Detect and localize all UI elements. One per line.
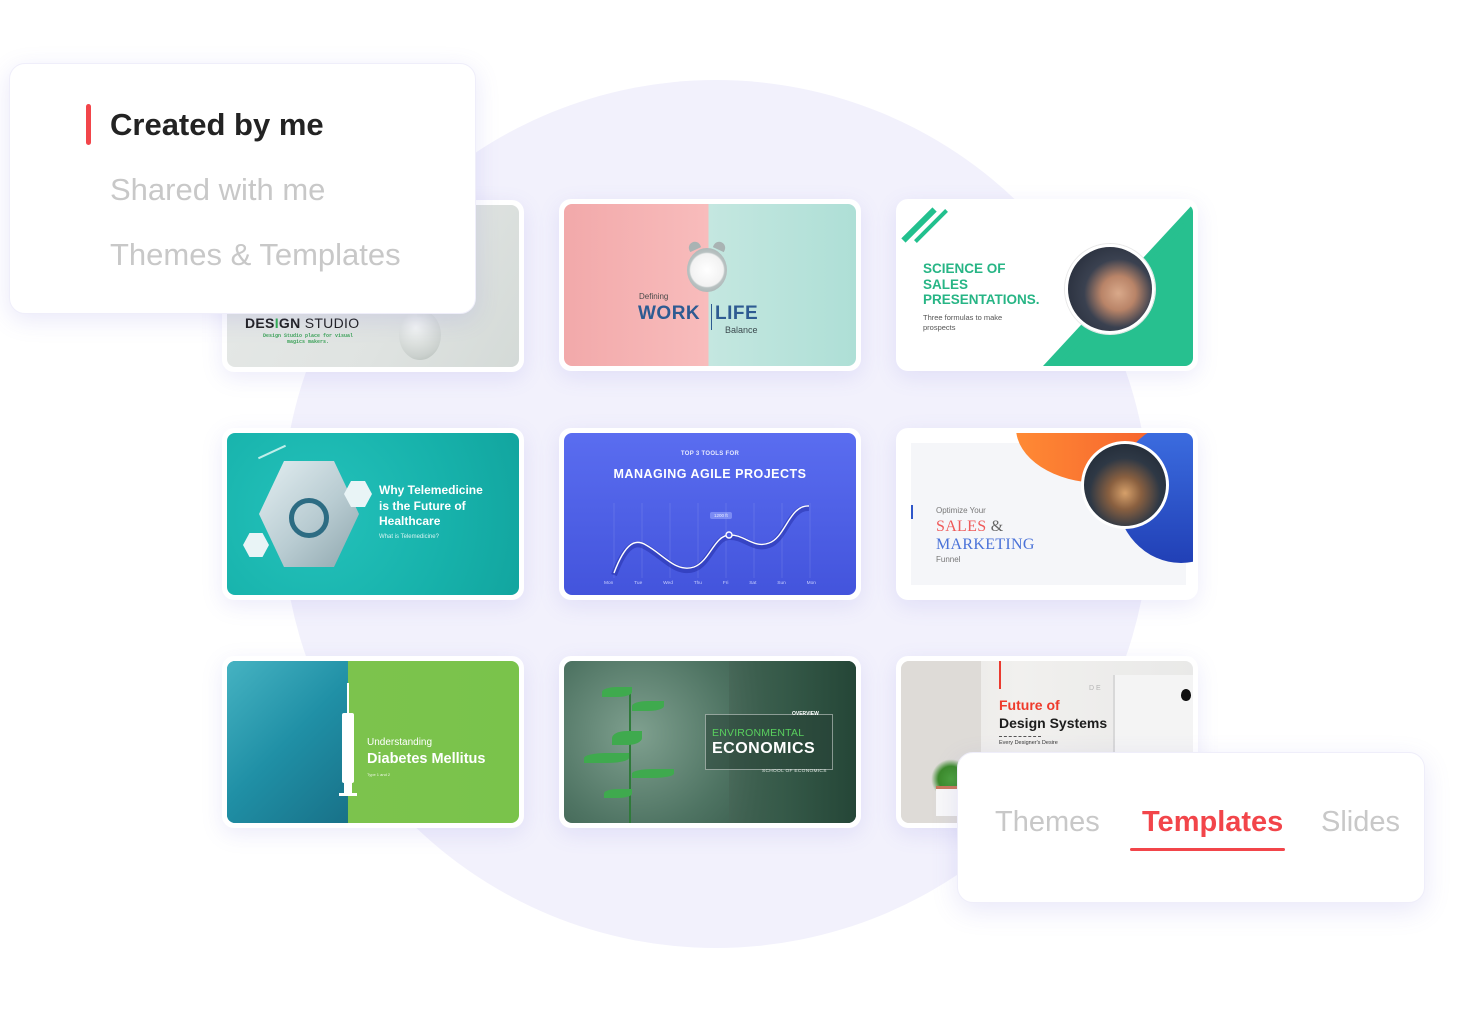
filter-themes-templates[interactable]: Themes & Templates [110,237,401,273]
slide-pretitle: Optimize Your [936,506,986,515]
x-tick: Sat [749,581,757,586]
slide-title: Diabetes Mellitus [367,751,486,767]
decor-line [257,444,287,460]
chart-x-axis: Mon Tue Wed Thu Fri Sat Sun Mon [604,581,816,586]
leaf [602,687,632,697]
tab-templates[interactable]: Templates [1142,806,1283,839]
slide-title-work: WORK [638,303,701,324]
syringe-icon [347,683,349,715]
template-card-sales-marketing[interactable]: Optimize Your SALES & MARKETING Funnel [896,428,1198,600]
hexagon-decor [243,533,269,557]
tab-themes[interactable]: Themes [995,806,1100,839]
leaf [612,731,642,745]
x-tick: Mon [604,581,614,586]
slide-subtitle: Every Designer's Desire [999,740,1058,746]
slide-pretitle: Understanding [367,737,433,748]
template-thumbnail: Defining WORK LIFE Balance [564,204,856,366]
chart-point [725,531,733,539]
template-card-science-of-sales[interactable]: SCIENCE OF SALES PRESENTATIONS. Three fo… [896,199,1198,371]
slide-subtitle: Balance [725,325,758,335]
leaf [604,789,632,798]
x-tick: Wed [663,581,673,586]
divider [711,304,712,330]
background-text: DE [1089,685,1103,692]
slide-subtitle: Funnel [936,555,961,564]
apple-logo-icon [1181,689,1191,701]
template-thumbnail: TOP 3 TOOLS FOR MANAGING AGILE PROJECTS … [564,433,856,595]
template-thumbnail: Optimize Your SALES & MARKETING Funnel [901,433,1193,595]
slide-subtitle: Type 1 and 2 [367,772,391,777]
slide-title: Why Telemedicine is the Future of Health… [379,483,483,528]
slide-title-life: LIFE [715,303,759,324]
syringe-icon [339,793,357,796]
x-tick: Mon [806,581,816,586]
plant-stem [629,691,631,823]
slide-tag: OVERVIEW [792,711,819,717]
template-thumbnail: Understanding Diabetes Mellitus Type 1 a… [227,661,519,823]
tab-slides[interactable]: Slides [1321,806,1400,839]
slide-subtitle: What is Telemedicine? [379,534,439,540]
syringe-icon [342,713,354,783]
active-indicator [86,104,91,145]
chart-tooltip: 1200 ft [710,512,732,519]
slide-title-line2: ECONOMICS [712,740,816,757]
accent-bar [911,505,913,519]
hands-plant-photo [1081,441,1169,529]
x-tick: Tue [634,581,643,586]
slide-subtitle: SCHOOL OF ECONOMICS [762,769,827,774]
template-card-telemedicine[interactable]: Why Telemedicine is the Future of Health… [222,428,524,600]
slide-title: SCIENCE OF SALES PRESENTATIONS. [923,261,1040,307]
template-card-diabetes[interactable]: Understanding Diabetes Mellitus Type 1 a… [222,656,524,828]
handshake-photo [1065,244,1155,334]
leaf [632,701,664,711]
slide-title-line1: ENVIRONMENTAL [712,727,805,739]
divider [999,736,1041,737]
x-tick: Thu [693,581,702,586]
slide-title-line2: Design Systems [999,715,1108,731]
slide-title-line1: Future of [999,697,1060,713]
slide-title-marketing: MARKETING [936,536,1035,553]
x-tick: Fri [722,581,729,586]
alarm-clock-image [687,248,727,292]
template-card-agile-projects[interactable]: TOP 3 TOOLS FOR MANAGING AGILE PROJECTS … [559,428,861,600]
lightbulb-image [399,310,441,360]
slide-title: DESIGN STUDIO [245,315,360,331]
stethoscope-icon [289,498,329,538]
accent-bar [999,661,1001,689]
x-tick: Sun [777,581,786,586]
leaf [584,753,629,763]
template-card-work-life[interactable]: Defining WORK LIFE Balance [559,199,861,371]
slide-title-sales: SALES & [936,518,1004,535]
template-thumbnail: SCIENCE OF SALES PRESENTATIONS. Three fo… [901,204,1193,366]
template-thumbnail: Why Telemedicine is the Future of Health… [227,433,519,595]
filter-created-by-me[interactable]: Created by me [110,107,324,143]
slide-subtitle: Three formulas to make prospects [923,313,1003,332]
active-tab-underline [1130,848,1285,851]
slide-subtitle: Design Studio place for visual magics ma… [262,333,353,345]
template-card-environmental-economics[interactable]: OVERVIEW ENVIRONMENTAL ECONOMICS SCHOOL … [559,656,861,828]
filter-shared-with-me[interactable]: Shared with me [110,172,325,208]
content-type-tabs: Themes Templates Slides [957,752,1425,903]
template-thumbnail: OVERVIEW ENVIRONMENTAL ECONOMICS SCHOOL … [564,661,856,823]
slide-pretitle: Defining [639,292,669,301]
filter-panel: Created by me Shared with me Themes & Te… [9,63,476,314]
leaf [632,769,674,778]
injection-photo [227,661,348,823]
